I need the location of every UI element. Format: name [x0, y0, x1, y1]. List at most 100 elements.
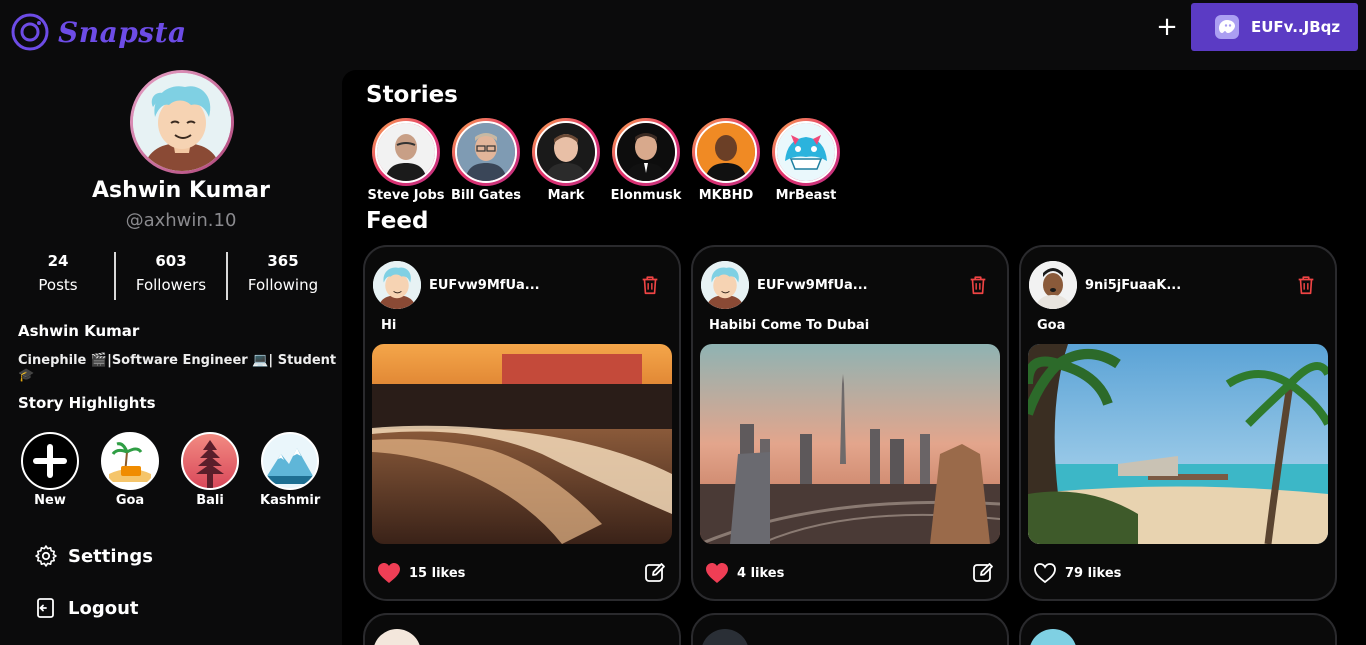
profile-stats: 24 Posts 603 Followers 365 Following: [0, 252, 340, 300]
camera-logo-icon: [11, 13, 49, 51]
highlight-goa[interactable]: Goa: [100, 432, 160, 508]
like-section: 15 likes: [377, 562, 465, 584]
highlight-new[interactable]: New: [20, 432, 80, 508]
bio-name: Ashwin Kumar: [18, 322, 140, 340]
profile-sidebar: Ashwin Kumar @axhwin.10 24 Posts 603 Fol…: [0, 64, 340, 645]
post-caption: Hi: [381, 318, 397, 333]
post-author-avatar[interactable]: [701, 629, 749, 645]
edit-icon[interactable]: [971, 561, 995, 585]
ghost-icon: [1215, 15, 1239, 39]
post-author-name[interactable]: EUFvw9MfUa...: [757, 278, 868, 293]
logout-label: Logout: [68, 597, 139, 619]
heart-filled-icon[interactable]: [377, 562, 401, 584]
panther-logo-icon: [777, 123, 835, 181]
post-card: EUFvw9MfUa... Hi 15 likes: [363, 245, 681, 601]
highlight-kashmir[interactable]: Kashmir: [260, 432, 320, 508]
post-card: [691, 613, 1009, 645]
post-card: EUFvw9MfUa... Habibi Come To Dubai 4 lik…: [691, 245, 1009, 601]
story-label: Steve Jobs: [367, 188, 445, 203]
like-count: 15 likes: [409, 565, 466, 581]
post-header: [701, 629, 749, 645]
stat-followers-label: Followers: [135, 276, 207, 294]
story-highlights: New Goa Bali Kashmir: [20, 432, 330, 512]
profile-name: Ashwin Kumar: [92, 178, 270, 203]
like-count: 4 likes: [737, 565, 785, 581]
new-post-button[interactable]: +: [1154, 14, 1180, 40]
post-author-avatar[interactable]: [1029, 261, 1077, 309]
feed-title: Feed: [366, 208, 429, 234]
highlights-title: Story Highlights: [18, 394, 156, 412]
story-mark[interactable]: Mark: [526, 118, 606, 203]
post-author-name[interactable]: 9ni5jFuaaK...: [1085, 278, 1181, 293]
top-bar: Snapsta + EUFv..JBqz: [0, 0, 1366, 64]
post-card: [1019, 613, 1337, 645]
temple-icon: [181, 432, 239, 490]
stat-following-value: 365: [267, 252, 299, 270]
profile-avatar[interactable]: [130, 70, 234, 174]
person-avatar-icon: [697, 123, 755, 181]
main-content: Stories Steve Jobs Bill Gates Mark Elonm…: [342, 70, 1366, 645]
like-section: 79 likes: [1033, 562, 1121, 584]
gear-icon: [35, 545, 57, 567]
stat-posts-label: Posts: [38, 276, 78, 294]
wallet-button[interactable]: EUFv..JBqz: [1191, 3, 1358, 51]
stories-title: Stories: [366, 82, 458, 108]
post-header: EUFvw9MfUa...: [701, 261, 868, 309]
wallet-address: EUFv..JBqz: [1251, 18, 1341, 36]
stat-following-label: Following: [247, 276, 319, 294]
like-section: 4 likes: [705, 562, 784, 584]
post-author-avatar[interactable]: [373, 261, 421, 309]
beach-icon: [101, 432, 159, 490]
post-card: 9ni5jFuaaK... Goa 79 likes: [1019, 245, 1337, 601]
trash-icon[interactable]: [967, 274, 989, 296]
city-skyline-photo-icon: [700, 344, 1000, 544]
post-header: [373, 629, 421, 645]
palm-beach-photo-icon: [1028, 344, 1328, 544]
story-elonmusk[interactable]: Elonmusk: [606, 118, 686, 203]
heart-outline-icon[interactable]: [1033, 562, 1057, 584]
settings-link[interactable]: Settings: [34, 544, 153, 568]
pier-beach-photo-icon: [372, 344, 672, 544]
story-label: MrBeast: [775, 188, 837, 203]
post-author-avatar[interactable]: [1029, 629, 1077, 645]
post-image[interactable]: [700, 344, 1000, 544]
highlight-label: New: [34, 493, 66, 508]
person-avatar-icon: [457, 123, 515, 181]
logout-link[interactable]: Logout: [34, 596, 139, 620]
story-mkbhd[interactable]: MKBHD: [686, 118, 766, 203]
story-bill-gates[interactable]: Bill Gates: [446, 118, 526, 203]
stat-followers[interactable]: 603 Followers: [115, 252, 227, 294]
post-header: 9ni5jFuaaK...: [1029, 261, 1181, 309]
story-mrbeast[interactable]: MrBeast: [766, 118, 846, 203]
post-image[interactable]: [372, 344, 672, 544]
post-card: [363, 613, 681, 645]
add-highlight-icon: [21, 432, 79, 490]
app-logo[interactable]: Snapsta: [10, 12, 187, 52]
post-author-avatar[interactable]: [373, 629, 421, 645]
stat-followers-value: 603: [155, 252, 187, 270]
edit-icon[interactable]: [643, 561, 667, 585]
stat-posts[interactable]: 24 Posts: [2, 252, 114, 294]
post-author-avatar[interactable]: [701, 261, 749, 309]
trash-icon[interactable]: [639, 274, 661, 296]
highlight-label: Bali: [196, 493, 224, 508]
heart-filled-icon[interactable]: [705, 562, 729, 584]
story-steve-jobs[interactable]: Steve Jobs: [366, 118, 446, 203]
highlight-bali[interactable]: Bali: [180, 432, 240, 508]
post-author-name[interactable]: EUFvw9MfUa...: [429, 278, 540, 293]
logout-icon: [37, 598, 54, 618]
mountain-icon: [261, 432, 319, 490]
person-avatar-icon: [617, 123, 675, 181]
post-image[interactable]: [1028, 344, 1328, 544]
highlight-label: Goa: [115, 493, 145, 508]
trash-icon[interactable]: [1295, 274, 1317, 296]
app-name: Snapsta: [58, 15, 187, 49]
story-label: Bill Gates: [450, 188, 521, 203]
person-avatar-icon: [537, 123, 595, 181]
story-label: Elonmusk: [610, 188, 682, 203]
post-caption: Habibi Come To Dubai: [709, 318, 870, 333]
stat-posts-value: 24: [47, 252, 69, 270]
stat-following[interactable]: 365 Following: [227, 252, 339, 294]
cartoon-avatar-icon: [133, 73, 231, 171]
settings-label: Settings: [68, 545, 153, 567]
